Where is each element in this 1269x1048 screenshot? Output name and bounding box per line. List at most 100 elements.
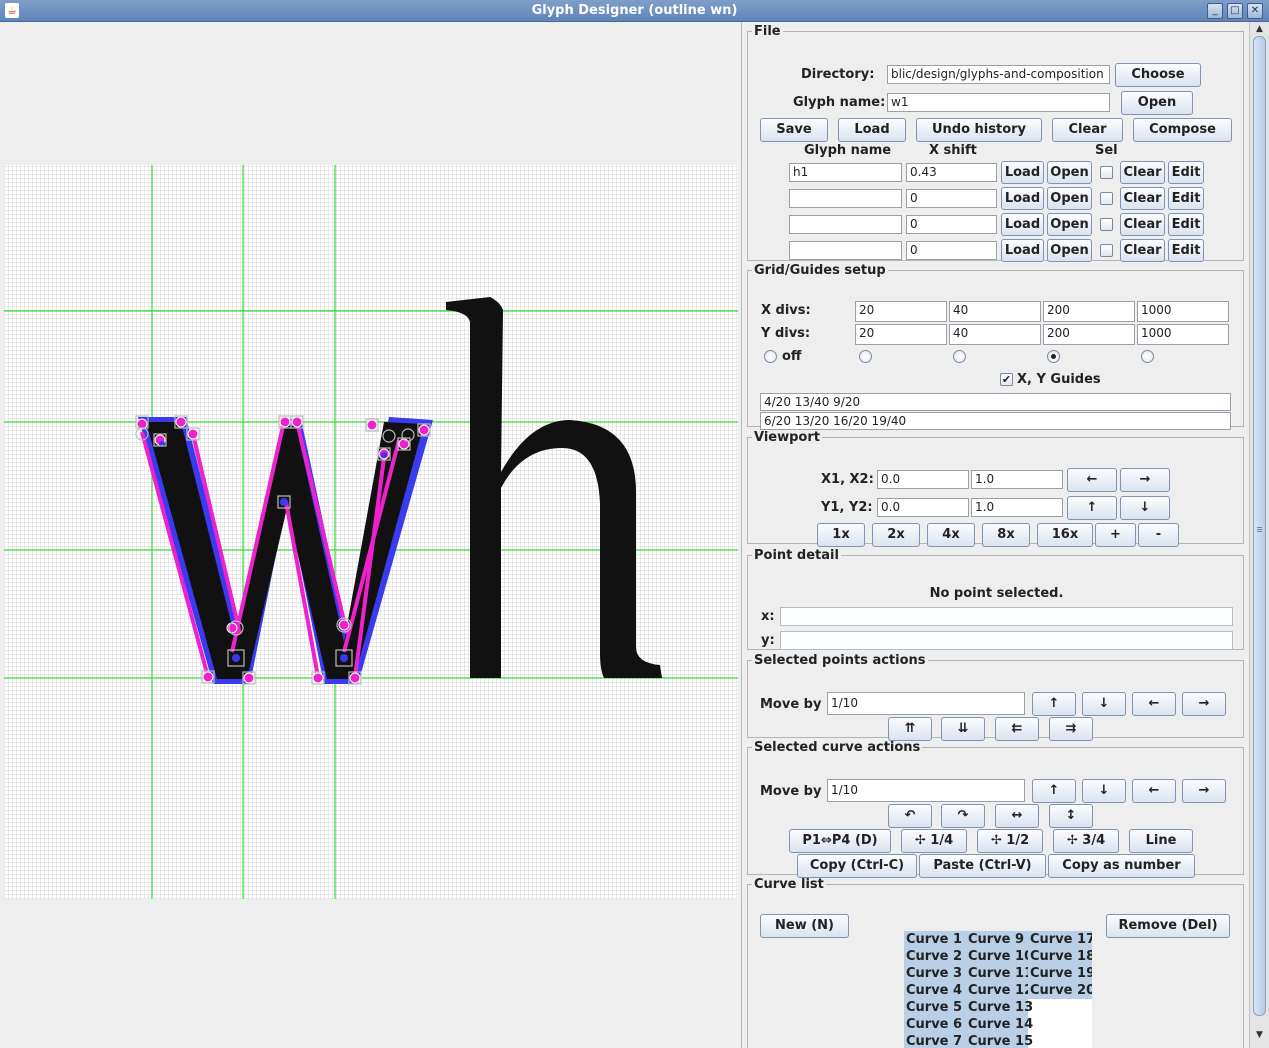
component-shift-field[interactable]: 0	[906, 189, 997, 208]
choose-button[interactable]: Choose	[1115, 63, 1201, 87]
scroll-thumb[interactable]	[1253, 36, 1266, 1016]
y-divs-field[interactable]: 200	[1043, 324, 1135, 345]
scroll-down-icon[interactable]: ▼	[1252, 1028, 1267, 1042]
rotate-cw-button[interactable]: ↷	[941, 804, 985, 828]
component-open-button[interactable]: Open	[1047, 187, 1092, 210]
minimize-button[interactable]: _	[1207, 3, 1223, 19]
points-move-down-button[interactable]: ↓	[1082, 692, 1126, 716]
line-button[interactable]: Line	[1129, 829, 1193, 853]
x-divs-field[interactable]: 1000	[1137, 301, 1229, 322]
directory-field[interactable]: blic/design/glyphs-and-composition	[887, 65, 1110, 84]
component-load-button[interactable]: Load	[1001, 213, 1044, 236]
points-move-by-field[interactable]: 1/10	[827, 692, 1025, 715]
list-item[interactable]: Curve 6	[904, 1016, 966, 1033]
pan-up-button[interactable]: ↑	[1067, 496, 1117, 520]
points-move-right-far-button[interactable]: ⇉	[1049, 717, 1093, 741]
pan-right-button[interactable]: →	[1120, 468, 1170, 492]
component-load-button[interactable]: Load	[1001, 187, 1044, 210]
curve-move-up-button[interactable]: ↑	[1032, 779, 1076, 803]
remove-curve-button[interactable]: Remove (Del)	[1106, 914, 1230, 938]
component-open-button[interactable]: Open	[1047, 239, 1092, 262]
list-item[interactable]: Curve 19	[1028, 965, 1092, 982]
component-load-button[interactable]: Load	[1001, 161, 1044, 184]
y2-field[interactable]: 1.0	[971, 498, 1063, 517]
zoom-in-button[interactable]: +	[1095, 523, 1136, 547]
x-divs-field[interactable]: 40	[949, 301, 1041, 322]
save-button[interactable]: Save	[760, 118, 828, 142]
component-clear-button[interactable]: Clear	[1120, 187, 1165, 210]
points-move-left-far-button[interactable]: ⇇	[995, 717, 1039, 741]
copy-button[interactable]: Copy (Ctrl-C)	[797, 854, 917, 878]
x-divs-field[interactable]: 200	[1043, 301, 1135, 322]
list-item[interactable]: Curve 1	[904, 931, 966, 948]
split-three-quarter-button[interactable]: ✢ 3/4	[1053, 829, 1119, 853]
clear-button[interactable]: Clear	[1052, 118, 1123, 142]
curve-move-right-button[interactable]: →	[1182, 779, 1226, 803]
compose-button[interactable]: Compose	[1133, 118, 1232, 142]
curve-move-down-button[interactable]: ↓	[1082, 779, 1126, 803]
swap-p1-p4-button[interactable]: P1⇔P4 (D)	[789, 829, 891, 853]
pan-down-button[interactable]: ↓	[1120, 496, 1170, 520]
grid-radio-1[interactable]	[859, 350, 872, 363]
glyph-name-field[interactable]: w1	[887, 93, 1110, 112]
zoom-8x-button[interactable]: 8x	[982, 523, 1030, 547]
component-load-button[interactable]: Load	[1001, 239, 1044, 262]
zoom-16x-button[interactable]: 16x	[1037, 523, 1093, 547]
grid-radio-off[interactable]	[764, 350, 777, 363]
curve-move-left-button[interactable]: ←	[1132, 779, 1176, 803]
list-item[interactable]: Curve 9	[966, 931, 1028, 948]
panel-scrollbar[interactable]: ▲ ▼	[1249, 22, 1269, 1048]
list-item[interactable]: Curve 10	[966, 948, 1033, 965]
component-name-field[interactable]: h1	[789, 163, 902, 182]
points-move-left-button[interactable]: ←	[1132, 692, 1176, 716]
list-item[interactable]: Curve 14	[966, 1016, 1033, 1033]
zoom-out-button[interactable]: -	[1138, 523, 1179, 547]
open-button[interactable]: Open	[1121, 91, 1193, 115]
component-clear-button[interactable]: Clear	[1120, 213, 1165, 236]
close-button[interactable]: ✕	[1247, 3, 1263, 19]
point-x-field[interactable]	[780, 607, 1233, 626]
list-item[interactable]: Curve 5	[904, 999, 966, 1016]
curve-list[interactable]: Curve 1 Curve 2 Curve 3 Curve 4 Curve 5 …	[904, 931, 1092, 1048]
scroll-up-icon[interactable]: ▲	[1252, 22, 1267, 36]
list-item[interactable]: Curve 2	[904, 948, 966, 965]
y-divs-field[interactable]: 20	[855, 324, 947, 345]
grid-radio-3[interactable]	[1047, 350, 1060, 363]
component-shift-field[interactable]: 0	[906, 215, 997, 234]
list-item[interactable]: Curve 17	[1028, 931, 1092, 948]
points-move-up-far-button[interactable]: ⇈	[888, 717, 932, 741]
component-open-button[interactable]: Open	[1047, 161, 1092, 184]
list-item[interactable]: Curve 3	[904, 965, 966, 982]
points-move-down-far-button[interactable]: ⇊	[941, 717, 985, 741]
list-item[interactable]: Curve 7	[904, 1033, 966, 1048]
component-sel-checkbox[interactable]	[1100, 192, 1113, 205]
x2-field[interactable]: 1.0	[971, 470, 1063, 489]
split-quarter-button[interactable]: ✢ 1/4	[901, 829, 967, 853]
component-sel-checkbox[interactable]	[1100, 166, 1113, 179]
list-item[interactable]: Curve 4	[904, 982, 966, 999]
new-curve-button[interactable]: New (N)	[760, 914, 849, 938]
component-edit-button[interactable]: Edit	[1168, 187, 1204, 210]
maximize-button[interactable]: □	[1227, 3, 1243, 19]
component-clear-button[interactable]: Clear	[1120, 239, 1165, 262]
pan-left-button[interactable]: ←	[1067, 468, 1117, 492]
undo-history-button[interactable]: Undo history	[916, 118, 1042, 142]
component-shift-field[interactable]: 0	[906, 241, 997, 260]
zoom-4x-button[interactable]: 4x	[927, 523, 975, 547]
component-edit-button[interactable]: Edit	[1168, 239, 1204, 262]
points-move-right-button[interactable]: →	[1182, 692, 1226, 716]
component-sel-checkbox[interactable]	[1100, 218, 1113, 231]
point-y-field[interactable]	[780, 631, 1233, 650]
y1-field[interactable]: 0.0	[877, 498, 969, 517]
component-shift-field[interactable]: 0.43	[906, 163, 997, 182]
load-button[interactable]: Load	[838, 118, 906, 142]
paste-button[interactable]: Paste (Ctrl-V)	[919, 854, 1046, 878]
zoom-1x-button[interactable]: 1x	[817, 523, 865, 547]
y-divs-field[interactable]: 1000	[1137, 324, 1229, 345]
component-open-button[interactable]: Open	[1047, 213, 1092, 236]
list-item[interactable]: Curve 20	[1028, 982, 1092, 999]
guides-checkbox[interactable]: ✔	[1000, 373, 1013, 386]
list-item[interactable]: Curve 11	[966, 965, 1033, 982]
curve-move-by-field[interactable]: 1/10	[827, 779, 1025, 802]
grid-radio-2[interactable]	[953, 350, 966, 363]
